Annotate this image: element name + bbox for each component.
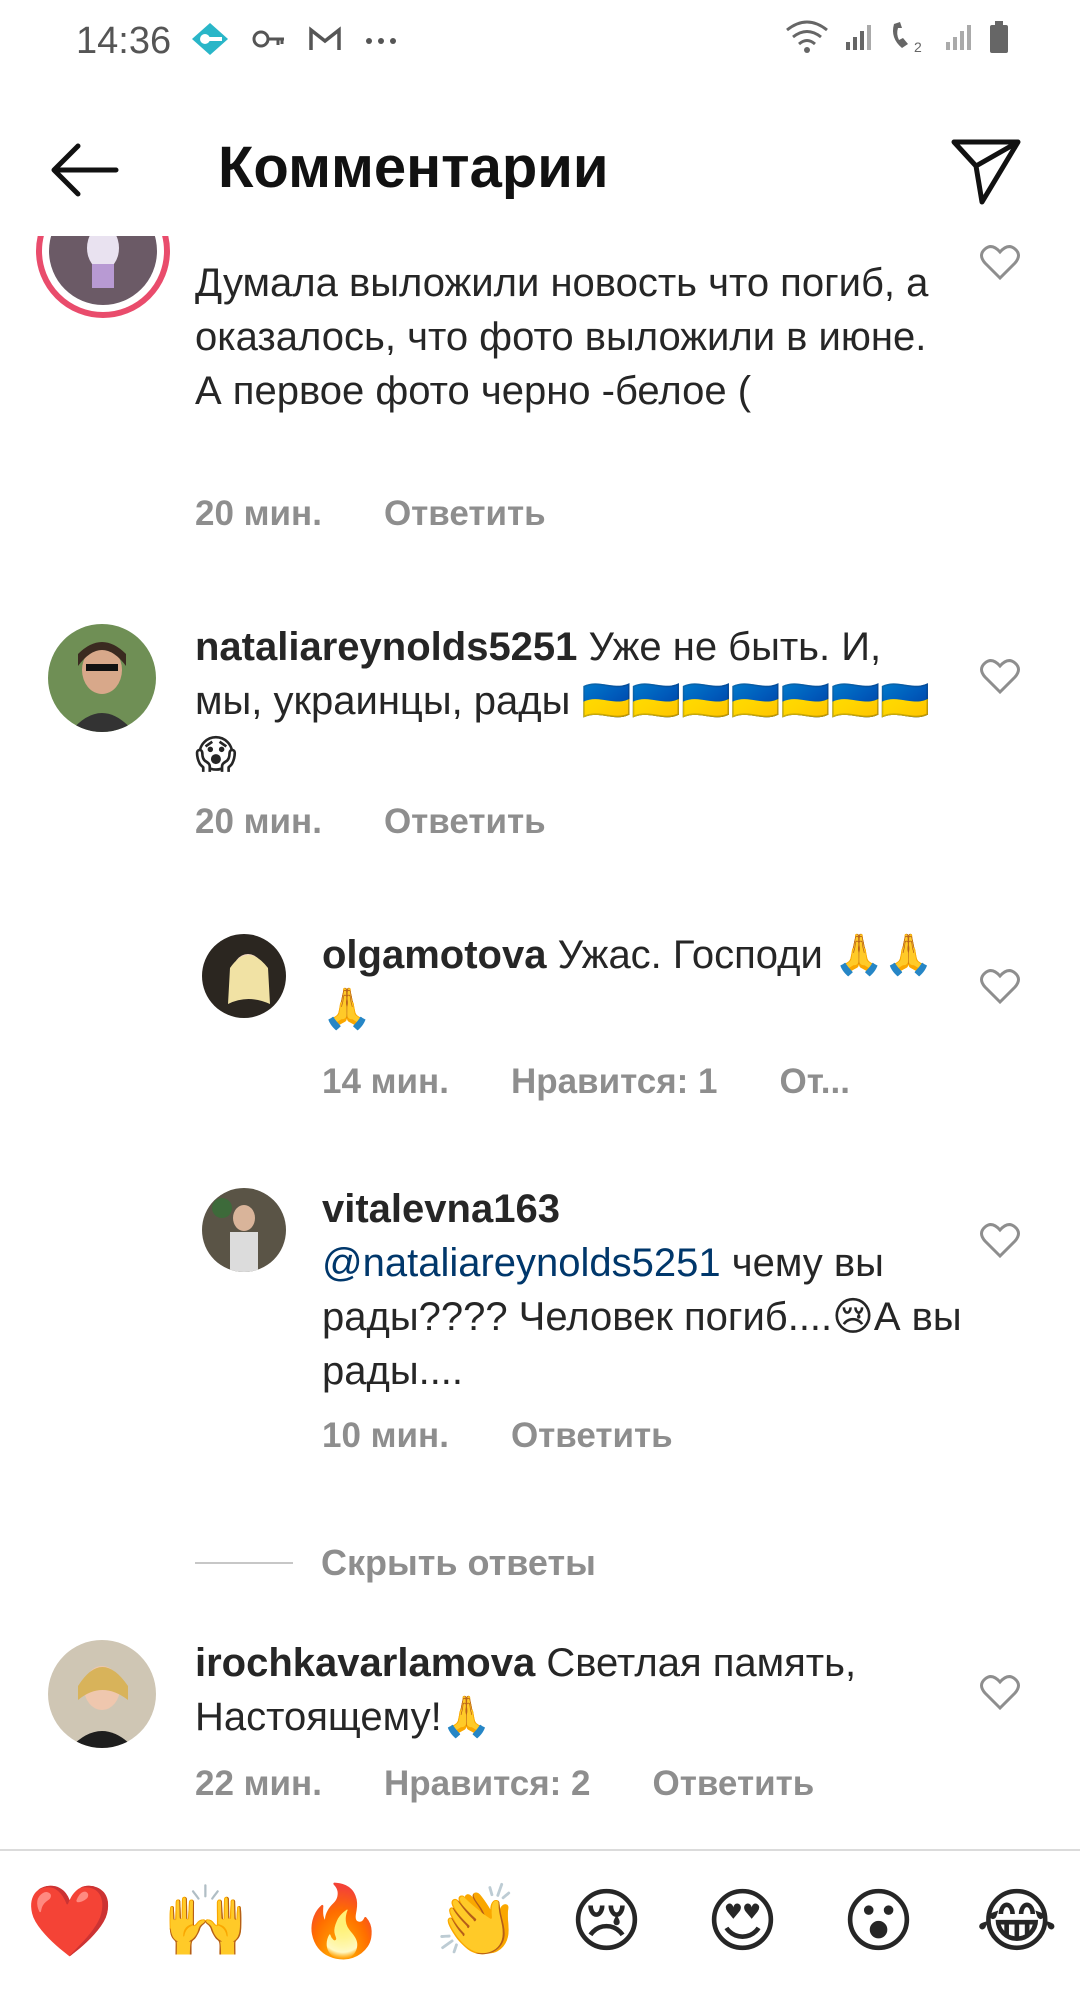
reply-button[interactable]: Ответить xyxy=(384,494,546,534)
comment-list[interactable]: Думала выложили новость что погиб, а ока… xyxy=(0,236,1080,1846)
emoji-red-heart[interactable]: ❤️ xyxy=(26,1881,113,1961)
comment-username[interactable]: olgamotova xyxy=(322,933,546,977)
like-heart-icon[interactable] xyxy=(980,1674,1020,1711)
reply-button[interactable]: Ответить xyxy=(653,1764,815,1804)
divider xyxy=(195,1562,293,1564)
emoji-fire[interactable]: 🔥 xyxy=(298,1881,385,1961)
avatar[interactable] xyxy=(36,236,170,318)
comment-meta: 10 мин. Ответить xyxy=(322,1416,673,1456)
emoji-heart-eyes[interactable]: 😍 xyxy=(706,1881,779,1961)
emoji-clapping-hands[interactable]: 👏 xyxy=(434,1881,521,1961)
svg-text:2: 2 xyxy=(914,39,922,54)
comment-meta: 22 мин. Нравится: 2 Ответить xyxy=(195,1764,814,1804)
comment-time: 20 мин. xyxy=(195,802,322,841)
comment-text: vitalevna163 @nataliareynolds5251 чему в… xyxy=(322,1187,962,1393)
status-time: 14:36 xyxy=(76,20,172,62)
comment-username[interactable]: vitalevna163 xyxy=(322,1187,560,1231)
comment-time: 10 мин. xyxy=(322,1416,449,1455)
emoji-crying-face[interactable]: 😢 xyxy=(570,1881,643,1961)
comment-username[interactable]: nataliareynolds5251 xyxy=(195,625,577,669)
comment-username[interactable]: irochkavarlamova xyxy=(195,1641,535,1685)
emoji-tears-of-joy[interactable]: 😂 xyxy=(976,1881,1058,1961)
vpn-key-icon xyxy=(190,22,230,61)
wifi-call-icon: 2 xyxy=(888,20,930,59)
comment-text: irochkavarlamova Светлая память, Настоящ… xyxy=(195,1641,857,1739)
avatar[interactable] xyxy=(48,624,156,732)
header: Комментарии xyxy=(0,86,1080,246)
status-bar: 14:36 2 xyxy=(0,0,1080,86)
more-notifications-icon xyxy=(364,33,398,51)
signal-2-icon xyxy=(944,22,974,57)
emoji-raising-hands[interactable]: 🙌 xyxy=(162,1881,249,1961)
emoji-quick-bar: ❤️ 🙌 🔥 👏 😢 😍 😮 😂 xyxy=(0,1849,1080,1997)
wifi-icon xyxy=(784,20,830,59)
comment-meta: 14 мин. Нравится: 1 От... xyxy=(322,1062,850,1102)
like-heart-icon[interactable] xyxy=(980,244,1020,281)
hide-replies-button[interactable]: Скрыть ответы xyxy=(195,1542,596,1584)
reply-button[interactable]: Ответить xyxy=(384,802,546,842)
gmail-icon xyxy=(308,26,342,57)
comment-text: Думала выложили новость что погиб, а ока… xyxy=(195,261,929,413)
send-direct-icon[interactable] xyxy=(950,134,1022,206)
like-heart-icon[interactable] xyxy=(980,658,1020,695)
page-title: Комментарии xyxy=(218,135,609,200)
comment-time: 22 мин. xyxy=(195,1764,322,1803)
avatar[interactable] xyxy=(48,1640,156,1748)
comment-meta: 20 мин. Ответить xyxy=(195,494,546,534)
back-arrow-icon[interactable] xyxy=(48,138,120,202)
emoji-surprised-face[interactable]: 😮 xyxy=(842,1881,915,1961)
likes-count[interactable]: Нравится: 1 xyxy=(511,1062,718,1102)
mention-link[interactable]: @nataliareynolds5251 xyxy=(322,1241,721,1285)
comment-text: nataliareynolds5251 Уже не быть. И, мы, … xyxy=(195,625,931,777)
comment-time: 14 мин. xyxy=(322,1062,449,1101)
avatar[interactable] xyxy=(202,934,286,1018)
signal-icon xyxy=(844,22,874,57)
battery-icon xyxy=(988,20,1010,59)
comment-time: 20 мин. xyxy=(195,494,322,533)
reply-button[interactable]: Ответить xyxy=(511,1416,673,1456)
avatar[interactable] xyxy=(202,1188,286,1272)
comment-meta: 20 мин. Ответить xyxy=(195,802,546,842)
key-icon xyxy=(252,27,286,56)
comment-text: olgamotova Ужас. Господи 🙏🙏🙏 xyxy=(322,933,934,1031)
like-heart-icon[interactable] xyxy=(980,968,1020,1005)
reply-button[interactable]: От... xyxy=(780,1062,850,1102)
likes-count[interactable]: Нравится: 2 xyxy=(384,1764,591,1804)
like-heart-icon[interactable] xyxy=(980,1222,1020,1259)
